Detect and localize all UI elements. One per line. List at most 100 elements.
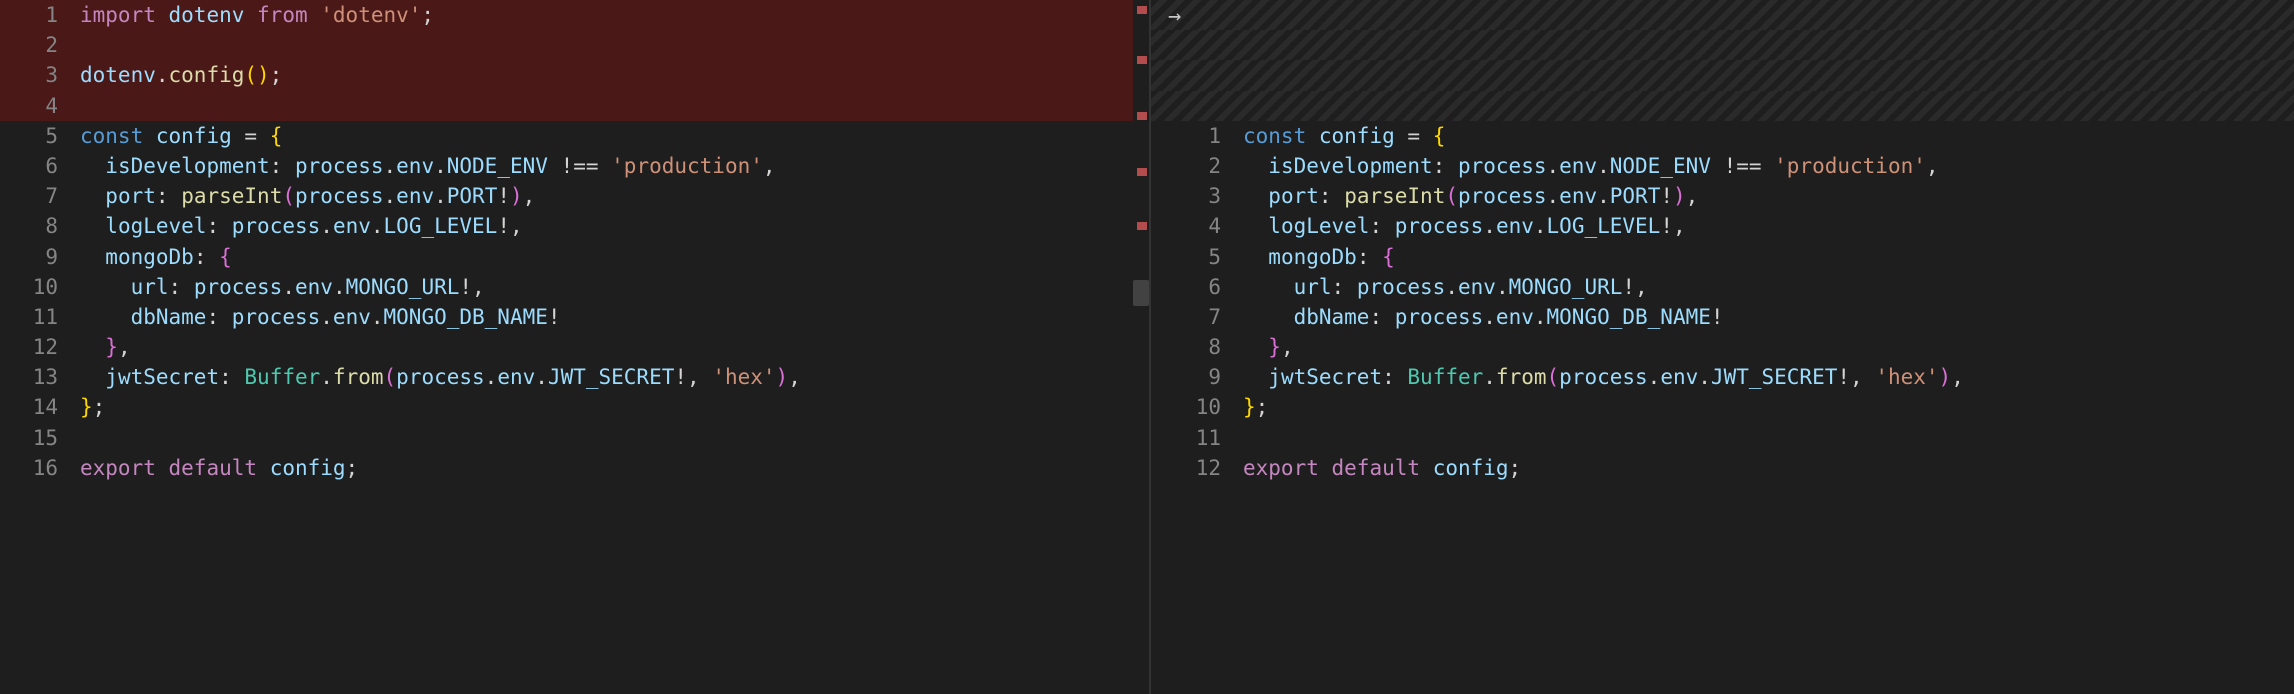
code-line[interactable]: 5const config = {: [0, 121, 1149, 151]
code-content[interactable]: };: [76, 392, 1149, 422]
code-lines-modified[interactable]: 1const config = {2 isDevelopment: proces…: [1151, 0, 2294, 694]
token-brace-p: (: [282, 184, 295, 208]
code-line[interactable]: 14};: [0, 392, 1149, 422]
code-line[interactable]: 1import dotenv from 'dotenv';: [0, 0, 1149, 30]
token-op: =: [244, 124, 257, 148]
code-content[interactable]: };: [1239, 392, 2294, 422]
token-white: [1762, 154, 1775, 178]
code-line[interactable]: [1151, 60, 2294, 90]
diff-pane-modified[interactable]: 1const config = {2 isDevelopment: proces…: [1151, 0, 2294, 694]
ruler-diff-mark[interactable]: [1137, 56, 1147, 64]
code-content[interactable]: mongoDb: {: [76, 242, 1149, 272]
token-punct: .: [1534, 214, 1547, 238]
code-line[interactable]: 7 port: parseInt(process.env.PORT!),: [0, 181, 1149, 211]
code-content[interactable]: dbName: process.env.MONGO_DB_NAME!: [76, 302, 1149, 332]
code-line[interactable]: 15: [0, 423, 1149, 453]
token-prop: process: [1458, 154, 1547, 178]
code-line[interactable]: 11 dbName: process.env.MONGO_DB_NAME!: [0, 302, 1149, 332]
code-content[interactable]: logLevel: process.env.LOG_LEVEL!,: [76, 211, 1149, 241]
code-content[interactable]: logLevel: process.env.LOG_LEVEL!,: [1239, 211, 2294, 241]
token-punct: ,: [118, 335, 131, 359]
token-punct: .: [1698, 365, 1711, 389]
ruler-diff-mark[interactable]: [1137, 168, 1147, 176]
code-line[interactable]: 1const config = {: [1151, 121, 2294, 151]
code-line[interactable]: [1151, 91, 2294, 121]
token-const2: NODE_ENV: [1610, 154, 1711, 178]
code-line[interactable]: 10};: [1151, 392, 2294, 422]
code-line[interactable]: 2: [0, 30, 1149, 60]
code-content[interactable]: const config = {: [1239, 121, 2294, 151]
code-line[interactable]: 4: [0, 91, 1149, 121]
code-content[interactable]: dbName: process.env.MONGO_DB_NAME!: [1239, 302, 2294, 332]
code-line[interactable]: 6 isDevelopment: process.env.NODE_ENV !=…: [0, 151, 1149, 181]
code-content[interactable]: },: [76, 332, 1149, 362]
token-brace-y: }: [80, 395, 93, 419]
token-prop: env: [1496, 214, 1534, 238]
code-line[interactable]: 16export default config;: [0, 453, 1149, 483]
code-line[interactable]: [1151, 30, 2294, 60]
token-punct: ;: [421, 3, 434, 27]
code-line[interactable]: 12export default config;: [1151, 453, 2294, 483]
code-line[interactable]: 7 dbName: process.env.MONGO_DB_NAME!: [1151, 302, 2294, 332]
token-kw: import: [80, 3, 156, 27]
token-prop: config: [1433, 456, 1509, 480]
token-prop: process: [194, 275, 283, 299]
code-line[interactable]: 3dotenv.config();: [0, 60, 1149, 90]
code-line[interactable]: [1151, 0, 2294, 30]
token-white: [156, 456, 169, 480]
code-line[interactable]: 11: [1151, 423, 2294, 453]
code-line[interactable]: 10 url: process.env.MONGO_URL!,: [0, 272, 1149, 302]
diff-editor[interactable]: 1import dotenv from 'dotenv';23dotenv.co…: [0, 0, 2294, 694]
token-punct: :: [1357, 245, 1370, 269]
token-punct: :: [270, 154, 283, 178]
code-line[interactable]: 8 logLevel: process.env.LOG_LEVEL!,: [0, 211, 1149, 241]
code-content[interactable]: port: parseInt(process.env.PORT!),: [76, 181, 1149, 211]
revert-arrow-icon[interactable]: →: [1168, 4, 1181, 29]
code-content[interactable]: dotenv.config();: [76, 60, 1149, 90]
token-punct: ,: [1951, 365, 1964, 389]
code-line[interactable]: 8 },: [1151, 332, 2294, 362]
token-fn: config: [169, 63, 245, 87]
code-content[interactable]: export default config;: [76, 453, 1149, 483]
ruler-diff-mark[interactable]: [1137, 112, 1147, 120]
token-punct: .: [1597, 154, 1610, 178]
ruler-diff-mark[interactable]: [1137, 6, 1147, 14]
token-white: [143, 124, 156, 148]
code-line[interactable]: 9 jwtSecret: Buffer.from(process.env.JWT…: [1151, 362, 2294, 392]
token-punct: .: [1547, 184, 1560, 208]
token-prop: logLevel: [1268, 214, 1369, 238]
code-content[interactable]: url: process.env.MONGO_URL!,: [1239, 272, 2294, 302]
code-line[interactable]: 5 mongoDb: {: [1151, 242, 2294, 272]
token-punct: ,: [1686, 184, 1699, 208]
code-line[interactable]: 2 isDevelopment: process.env.NODE_ENV !=…: [1151, 151, 2294, 181]
code-line[interactable]: 3 port: parseInt(process.env.PORT!),: [1151, 181, 2294, 211]
code-content[interactable]: jwtSecret: Buffer.from(process.env.JWT_S…: [1239, 362, 2294, 392]
code-content[interactable]: port: parseInt(process.env.PORT!),: [1239, 181, 2294, 211]
code-line[interactable]: 4 logLevel: process.env.LOG_LEVEL!,: [1151, 211, 2294, 241]
token-prop: env: [333, 305, 371, 329]
token-white: [599, 154, 612, 178]
code-content[interactable]: isDevelopment: process.env.NODE_ENV !== …: [1239, 151, 2294, 181]
diff-pane-original[interactable]: 1import dotenv from 'dotenv';23dotenv.co…: [0, 0, 1151, 694]
code-content[interactable]: isDevelopment: process.env.NODE_ENV !== …: [76, 151, 1149, 181]
token-kw: export: [1243, 456, 1319, 480]
code-line[interactable]: 9 mongoDb: {: [0, 242, 1149, 272]
token-const2: NODE_ENV: [447, 154, 548, 178]
code-content[interactable]: },: [1239, 332, 2294, 362]
code-content[interactable]: export default config;: [1239, 453, 2294, 483]
code-lines-original[interactable]: 1import dotenv from 'dotenv';23dotenv.co…: [0, 0, 1149, 694]
code-line[interactable]: 12 },: [0, 332, 1149, 362]
code-content[interactable]: mongoDb: {: [1239, 242, 2294, 272]
code-line[interactable]: 6 url: process.env.MONGO_URL!,: [1151, 272, 2294, 302]
scrollbar-thumb[interactable]: [1133, 280, 1149, 306]
code-content[interactable]: jwtSecret: Buffer.from(process.env.JWT_S…: [76, 362, 1149, 392]
code-content[interactable]: import dotenv from 'dotenv';: [76, 0, 1149, 30]
code-content[interactable]: url: process.env.MONGO_URL!,: [76, 272, 1149, 302]
token-punct: .: [1445, 275, 1458, 299]
code-line[interactable]: 13 jwtSecret: Buffer.from(process.env.JW…: [0, 362, 1149, 392]
ruler-diff-mark[interactable]: [1137, 222, 1147, 230]
overview-ruler[interactable]: [1133, 0, 1149, 694]
token-brace-p: }: [1268, 335, 1281, 359]
code-content[interactable]: const config = {: [76, 121, 1149, 151]
token-prop: config: [1319, 124, 1395, 148]
